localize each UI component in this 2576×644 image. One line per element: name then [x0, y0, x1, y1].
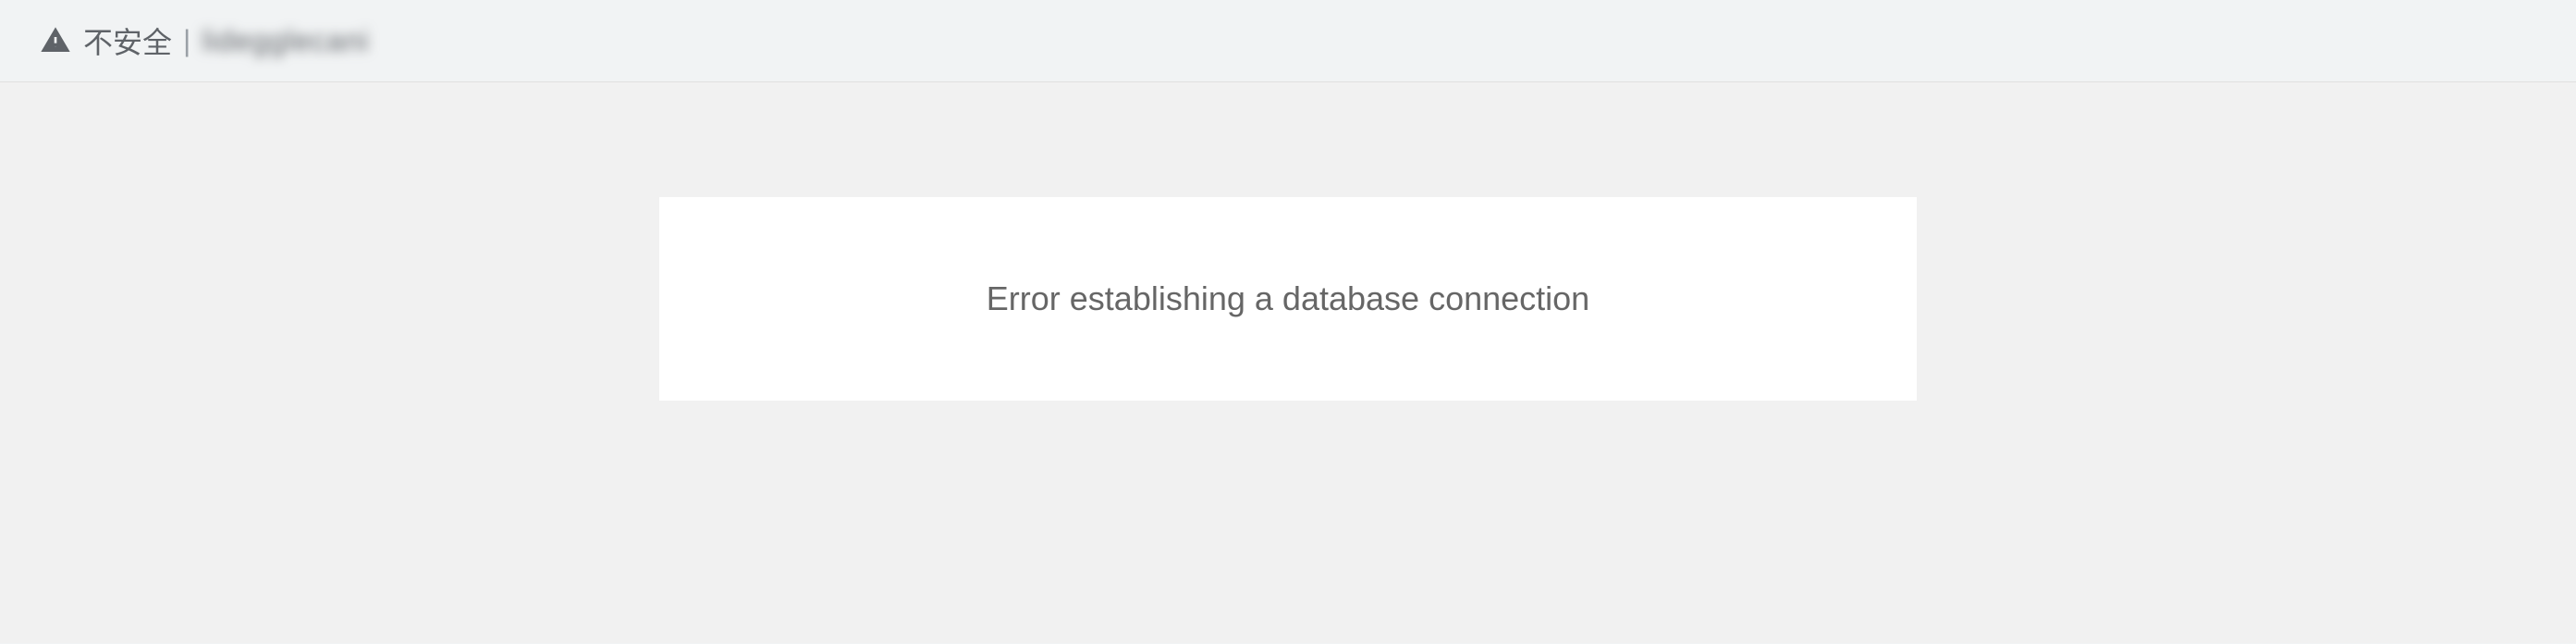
address-bar-container: 不安全 | lidegglecani: [0, 0, 2576, 82]
address-bar[interactable]: 不安全 | lidegglecani: [18, 7, 2558, 74]
security-indicator[interactable]: 不安全 | lidegglecani: [41, 19, 369, 62]
error-card: Error establishing a database connection: [659, 197, 1917, 401]
page-content: Error establishing a database connection: [0, 82, 2576, 643]
warning-icon: [41, 26, 70, 56]
error-message: Error establishing a database connection: [987, 279, 1589, 318]
security-label: 不安全 | lidegglecani: [83, 19, 369, 62]
url-text: lidegglecani: [202, 24, 369, 58]
separator: |: [183, 24, 190, 58]
not-secure-text: 不安全: [83, 19, 172, 62]
